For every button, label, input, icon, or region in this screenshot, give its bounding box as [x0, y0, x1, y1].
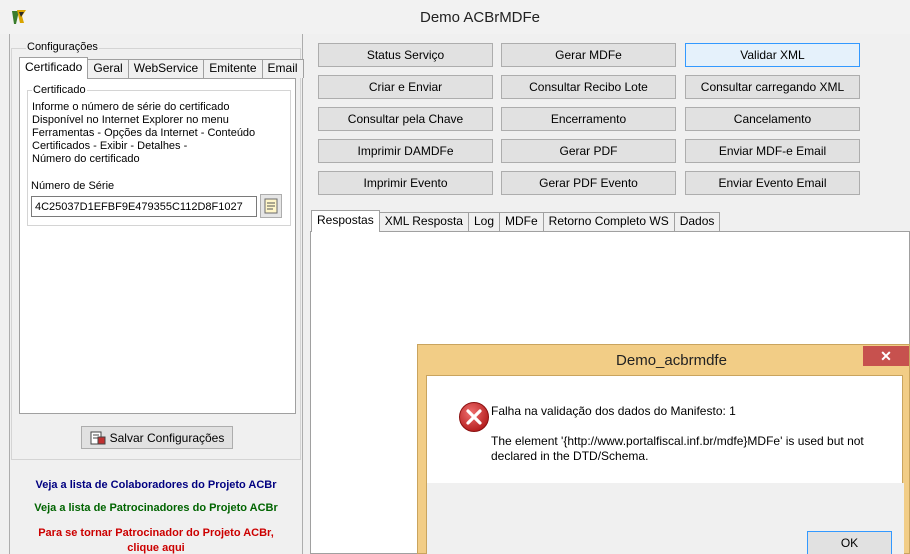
save-config-label: Salvar Configurações: [109, 430, 225, 445]
title-bar: Demo ACBrMDFe: [0, 0, 910, 34]
validar-xml-button[interactable]: Validar XML: [685, 43, 860, 67]
certificate-icon: [264, 198, 278, 214]
status-servico-button[interactable]: Status Serviço: [318, 43, 493, 67]
close-icon: ✕: [880, 348, 892, 364]
save-config-button[interactable]: Salvar Configurações: [81, 426, 233, 449]
info-line: Disponível no Internet Explorer no menu: [32, 114, 229, 126]
config-tabs: Certificado Geral WebService Emitente Em…: [19, 57, 304, 79]
tab-retorno-completo-ws[interactable]: Retorno Completo WS: [542, 212, 675, 231]
window-title: Demo ACBrMDFe: [420, 9, 541, 26]
ok-button[interactable]: OK: [807, 531, 892, 554]
error-icon: [459, 402, 489, 432]
link-patrocinador-line2[interactable]: clique aqui: [9, 542, 303, 554]
certificado-group-label: Certificado: [32, 84, 87, 96]
info-line: Certificados - Exibir - Detalhes -: [32, 140, 188, 152]
select-certificate-button[interactable]: [260, 194, 282, 218]
imprimir-evento-button[interactable]: Imprimir Evento: [318, 171, 493, 195]
dialog-close-button[interactable]: ✕: [863, 346, 909, 366]
gerar-pdf-button[interactable]: Gerar PDF: [501, 139, 676, 163]
link-colaboradores[interactable]: Veja a lista de Colaboradores do Projeto…: [9, 479, 303, 491]
consultar-recibo-lote-button[interactable]: Consultar Recibo Lote: [501, 75, 676, 99]
tab-log[interactable]: Log: [467, 212, 500, 231]
tab-webservice[interactable]: WebService: [127, 59, 205, 78]
enviar-evento-email-button[interactable]: Enviar Evento Email: [685, 171, 860, 195]
tab-emitente[interactable]: Emitente: [203, 59, 263, 78]
gerar-mdfe-button[interactable]: Gerar MDFe: [501, 43, 676, 67]
numero-serie-input[interactable]: [31, 196, 257, 217]
tab-mdfe[interactable]: MDFe: [499, 212, 544, 231]
tab-geral[interactable]: Geral: [87, 59, 129, 78]
config-group-label: Configurações: [26, 41, 99, 53]
dialog-footer: OK: [427, 483, 904, 554]
tab-respostas[interactable]: Respostas: [311, 210, 380, 232]
tab-email[interactable]: Email: [261, 59, 304, 78]
dialog-message-detail: The element '{http://www.portalfiscal.in…: [491, 434, 864, 463]
info-line: Informe o número de série do certificado: [32, 101, 230, 113]
numero-serie-label: Número de Série: [31, 180, 115, 192]
response-tabs: Respostas XML Resposta Log MDFe Retorno …: [311, 210, 721, 232]
enviar-mdfe-email-button[interactable]: Enviar MDF-e Email: [685, 139, 860, 163]
certificado-tab-page: Certificado Informe o número de série do…: [19, 78, 296, 414]
encerramento-button[interactable]: Encerramento: [501, 107, 676, 131]
error-dialog: Demo_acbrmdfe ✕ Falha na validação dos d…: [417, 344, 910, 554]
info-line: Número do certificado: [32, 153, 140, 165]
link-patrocinadores[interactable]: Veja a lista de Patrocinadores do Projet…: [9, 502, 303, 514]
dialog-body: Falha na validação dos dados do Manifest…: [426, 375, 904, 554]
gerar-pdf-evento-button[interactable]: Gerar PDF Evento: [501, 171, 676, 195]
tab-certificado[interactable]: Certificado: [19, 57, 89, 79]
consultar-carregando-xml-button[interactable]: Consultar carregando XML: [685, 75, 860, 99]
consultar-chave-button[interactable]: Consultar pela Chave: [318, 107, 493, 131]
dialog-message-title: Falha na validação dos dados do Manifest…: [491, 404, 736, 418]
imprimir-damdfe-button[interactable]: Imprimir DAMDFe: [318, 139, 493, 163]
criar-enviar-button[interactable]: Criar e Enviar: [318, 75, 493, 99]
save-icon: [90, 431, 106, 444]
info-line: Ferramentas - Opções da Internet - Conte…: [32, 127, 256, 139]
tab-xml-resposta[interactable]: XML Resposta: [378, 212, 469, 231]
tab-dados[interactable]: Dados: [673, 212, 721, 231]
dialog-title: Demo_acbrmdfe: [616, 352, 727, 369]
link-patrocinador-line1[interactable]: Para se tornar Patrocinador do Projeto A…: [9, 527, 303, 539]
cancelamento-button[interactable]: Cancelamento: [685, 107, 860, 131]
